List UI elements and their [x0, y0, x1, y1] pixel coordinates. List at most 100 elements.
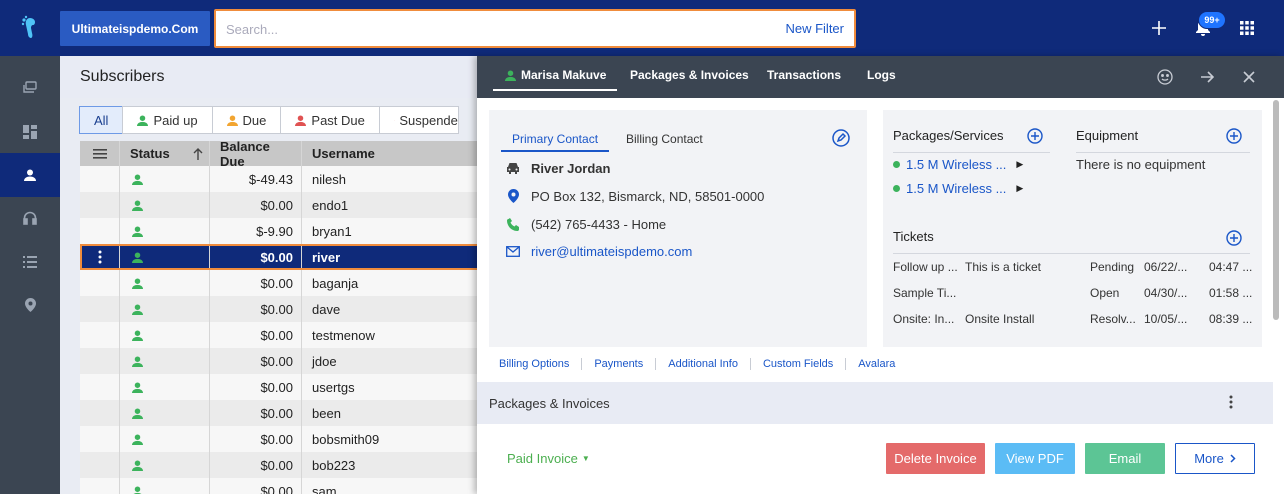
add-icon[interactable] [1147, 16, 1171, 40]
row-menu[interactable] [80, 244, 120, 270]
row-menu[interactable] [80, 218, 120, 244]
new-filter-link[interactable]: New Filter [785, 21, 844, 36]
row-menu[interactable] [80, 192, 120, 218]
vertical-scrollbar[interactable] [1273, 100, 1279, 320]
column-username[interactable]: Username [302, 141, 480, 166]
tab-logs[interactable]: Logs [867, 68, 896, 82]
row-menu[interactable] [80, 374, 120, 400]
link-custom-fields[interactable]: Custom Fields [751, 358, 847, 370]
edit-icon[interactable] [832, 129, 850, 147]
sidebar-item-support[interactable] [0, 196, 60, 240]
username-cell[interactable]: bobsmith09 [302, 426, 480, 452]
tab-label: Logs [867, 68, 896, 82]
row-menu[interactable] [80, 270, 120, 296]
filter-suspended[interactable]: Suspende [378, 106, 459, 134]
row-menu[interactable] [80, 348, 120, 374]
view-pdf-button[interactable]: View PDF [995, 443, 1075, 474]
username-cell[interactable]: bob223 [302, 452, 480, 478]
tab-subscriber[interactable]: Marisa Makuve [505, 68, 606, 82]
tab-packages-invoices[interactable]: Packages & Invoices [630, 68, 749, 82]
contact-name-row: River Jordan [505, 160, 610, 176]
column-label: Balance Due [220, 138, 270, 169]
username-cell[interactable]: usertgs [302, 374, 480, 400]
add-equipment-icon[interactable] [1226, 128, 1242, 144]
close-icon[interactable] [1238, 66, 1260, 88]
row-menu[interactable] [80, 452, 120, 478]
table-row[interactable]: $0.00 been [80, 400, 480, 426]
account-brand-button[interactable]: Ultimateispdemo.Com [60, 11, 210, 46]
table-row[interactable]: $0.00 bobsmith09 [80, 426, 480, 452]
table-row[interactable]: $0.00 jdoe [80, 348, 480, 374]
contact-email-link[interactable]: river@ultimateispdemo.com [531, 244, 692, 259]
tab-transactions[interactable]: Transactions [767, 68, 841, 82]
username-cell[interactable]: bryan1 [302, 218, 480, 244]
table-row[interactable]: $0.00 sam [80, 478, 480, 494]
row-menu[interactable] [80, 478, 120, 494]
balance-cell: $0.00 [210, 296, 302, 322]
row-menu[interactable] [80, 400, 120, 426]
row-menu[interactable] [80, 426, 120, 452]
username-cell[interactable]: sam [302, 478, 480, 494]
username-cell[interactable]: jdoe [302, 348, 480, 374]
app-logo-icon[interactable] [14, 12, 46, 44]
row-menu[interactable] [80, 296, 120, 322]
table-row[interactable]: $0.00 baganja [80, 270, 480, 296]
balance-cell: $0.00 [210, 192, 302, 218]
sidebar-item-list[interactable] [0, 240, 60, 284]
delete-invoice-button[interactable]: Delete Invoice [886, 443, 985, 474]
sidebar-item-cards[interactable] [0, 66, 60, 110]
more-vertical-icon[interactable] [1229, 395, 1233, 412]
filter-label: Due [242, 112, 267, 128]
username-cell[interactable]: baganja [302, 270, 480, 296]
sidebar-item-dashboard[interactable] [0, 110, 60, 154]
table-row[interactable]: $-49.43 nilesh [80, 166, 480, 192]
filter-past-due[interactable]: Past Due [280, 106, 380, 134]
add-ticket-icon[interactable] [1226, 230, 1242, 246]
smiley-icon[interactable] [1154, 66, 1176, 88]
invoice-type-dropdown[interactable]: Paid Invoice ▼ [507, 451, 590, 466]
row-menu[interactable] [80, 166, 120, 192]
tab-primary-contact[interactable]: Primary Contact [512, 132, 598, 146]
status-dot [893, 185, 900, 192]
arrow-right-icon[interactable] [1196, 66, 1218, 88]
filter-paid-up[interactable]: Paid up [122, 106, 213, 134]
package-item[interactable]: 1.5 M Wireless ... ▶ [893, 181, 1023, 196]
table-row[interactable]: $0.00 bob223 [80, 452, 480, 478]
package-item[interactable]: 1.5 M Wireless ... ▶ [893, 157, 1023, 172]
username-cell[interactable]: testmenow [302, 322, 480, 348]
username-cell[interactable]: endo1 [302, 192, 480, 218]
table-row-selected[interactable]: $0.00 river [80, 244, 480, 270]
link-avalara[interactable]: Avalara [846, 358, 907, 370]
column-menu-icon[interactable] [80, 141, 120, 166]
link-payments[interactable]: Payments [582, 358, 657, 370]
table-row[interactable]: $0.00 testmenow [80, 322, 480, 348]
tab-billing-contact[interactable]: Billing Contact [626, 132, 703, 146]
person-icon [24, 169, 36, 181]
equipment-empty-text: There is no equipment [1076, 157, 1206, 172]
filter-all[interactable]: All [79, 106, 124, 134]
active-tab-indicator [493, 89, 617, 91]
table-row[interactable]: $-9.90 bryan1 [80, 218, 480, 244]
sidebar-item-map[interactable] [0, 283, 60, 327]
apps-grid-icon[interactable] [1235, 16, 1259, 40]
table-row[interactable]: $0.00 endo1 [80, 192, 480, 218]
column-status[interactable]: Status [120, 141, 210, 166]
table-row[interactable]: $0.00 dave [80, 296, 480, 322]
more-button[interactable]: More [1175, 443, 1255, 474]
username-cell[interactable]: dave [302, 296, 480, 322]
username-cell[interactable]: been [302, 400, 480, 426]
link-additional-info[interactable]: Additional Info [656, 358, 751, 370]
search-input[interactable] [226, 19, 766, 39]
username-cell[interactable]: nilesh [302, 166, 480, 192]
status-cell [120, 478, 210, 494]
table-row[interactable]: $0.00 usertgs [80, 374, 480, 400]
sidebar-item-subscribers[interactable] [0, 153, 60, 197]
add-package-icon[interactable] [1027, 128, 1043, 144]
link-billing-options[interactable]: Billing Options [499, 358, 583, 370]
tab-label: Packages & Invoices [630, 68, 749, 82]
email-button[interactable]: Email [1085, 443, 1165, 474]
column-balance-due[interactable]: Balance Due [210, 138, 302, 169]
username-cell[interactable]: river [302, 244, 480, 270]
filter-due[interactable]: Due [211, 106, 282, 134]
row-menu[interactable] [80, 322, 120, 348]
